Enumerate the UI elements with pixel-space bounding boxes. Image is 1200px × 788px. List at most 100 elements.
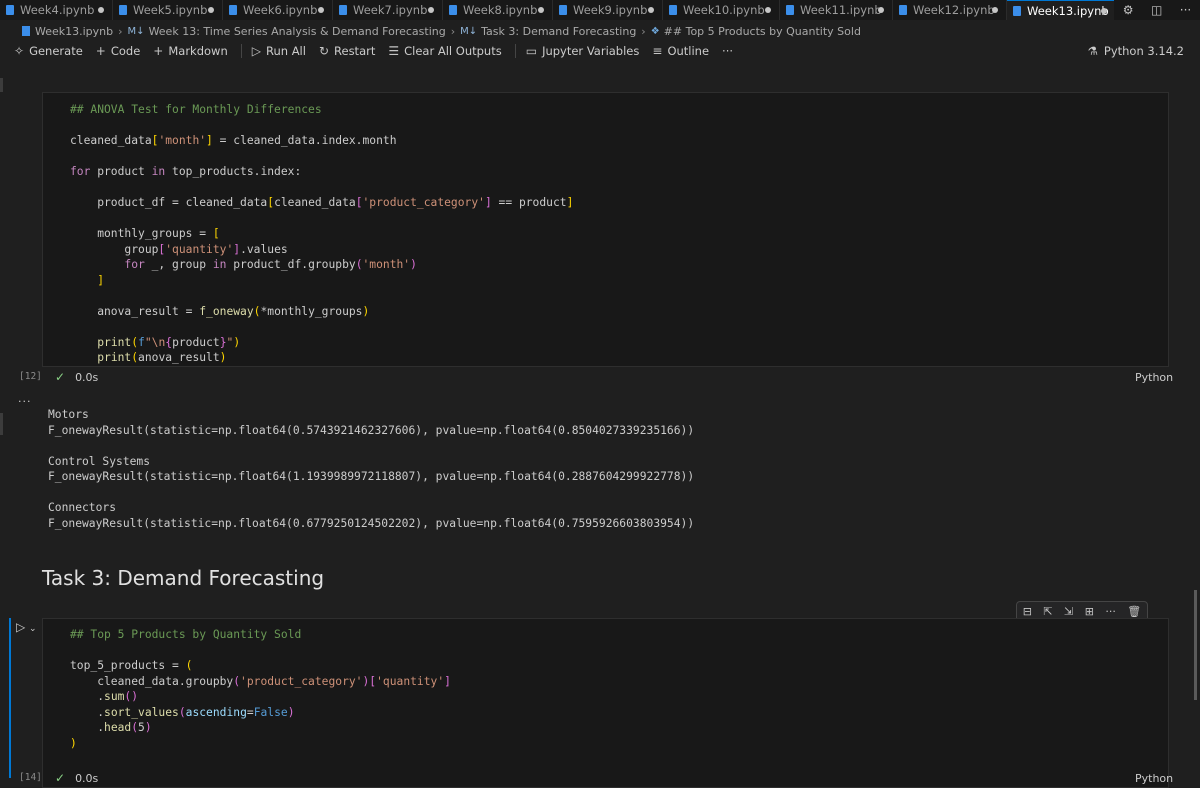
list-icon: ≡	[652, 44, 663, 58]
toolbar-divider	[514, 44, 516, 58]
chevron-down-icon[interactable]: ⌄	[29, 624, 37, 634]
notebook-file-icon	[669, 5, 677, 15]
output-actions-ellipsis[interactable]: ...	[18, 392, 32, 405]
cell-language[interactable]: Python	[1135, 371, 1173, 384]
execute-above-icon[interactable]: ⇱	[1043, 605, 1052, 618]
add-markdown-button[interactable]: + Markdown	[153, 44, 227, 58]
unsaved-dot-icon	[98, 7, 104, 13]
tab-week10[interactable]: Week10.ipynb	[663, 0, 780, 20]
checkmark-icon: ✓	[55, 370, 66, 384]
unsaved-dot-icon	[538, 7, 544, 13]
breadcrumb-cell[interactable]: ## Top 5 Products by Quantity Sold	[664, 25, 861, 38]
clear-outputs-button[interactable]: ☰ Clear All Outputs	[388, 44, 501, 58]
code-editor[interactable]: ## ANOVA Test for Monthly Differences cl…	[70, 102, 573, 366]
cell-status: ✓ 0.0s	[55, 370, 99, 384]
split-cell-icon[interactable]: ⊞	[1085, 605, 1094, 618]
plus-icon: +	[95, 44, 106, 58]
tab-bar: Week4.ipynb Week5.ipynb Week6.ipynb Week…	[0, 0, 1200, 20]
flask-icon: ⚗	[1087, 44, 1098, 58]
output-result: F_onewayResult(statistic=np.float64(1.19…	[48, 470, 695, 483]
notebook-file-icon	[786, 5, 794, 15]
tab-week6[interactable]: Week6.ipynb	[223, 0, 333, 20]
code-cell-anova[interactable]: ## ANOVA Test for Monthly Differences cl…	[42, 92, 1169, 367]
checkmark-icon: ✓	[55, 771, 66, 785]
add-code-button[interactable]: + Code	[96, 44, 141, 58]
split-editor-icon[interactable]: ◫	[1151, 3, 1162, 17]
notebook-file-icon	[229, 5, 237, 15]
breadcrumb-section1[interactable]: Week 13: Time Series Analysis & Demand F…	[149, 25, 446, 38]
output-result: F_onewayResult(statistic=np.float64(0.57…	[48, 423, 695, 437]
tab-week11[interactable]: Week11.ipynb	[780, 0, 893, 20]
run-all-icon: ▷	[251, 44, 261, 58]
breadcrumb-file[interactable]: Week13.ipynb	[35, 25, 113, 38]
restart-button[interactable]: ↻ Restart	[319, 44, 375, 58]
tab-week13[interactable]: Week13.ipynb	[1007, 0, 1116, 20]
notebook-file-icon	[22, 26, 30, 36]
sparkle-icon: ✧	[14, 44, 25, 58]
breadcrumb: Week13.ipynb › M↓ Week 13: Time Series A…	[0, 22, 1200, 40]
unsaved-dot-icon	[878, 7, 884, 13]
notebook-file-icon	[449, 5, 457, 15]
run-by-line-icon[interactable]: ⊟	[1023, 605, 1032, 618]
unsaved-dot-icon	[992, 7, 998, 13]
tab-week8[interactable]: Week8.ipynb	[443, 0, 553, 20]
breadcrumb-section2[interactable]: Task 3: Demand Forecasting	[481, 25, 636, 38]
chevron-right-icon: ›	[450, 24, 456, 38]
plus-icon: +	[153, 44, 164, 58]
notebook-file-icon	[119, 5, 127, 15]
delete-icon[interactable]: 🗑	[1127, 605, 1141, 618]
gutter-marker	[0, 78, 3, 92]
unsaved-dot-icon	[648, 7, 654, 13]
unsaved-dot-icon	[765, 7, 771, 13]
editor-actions: ⚙ ◫ ···	[1114, 0, 1200, 20]
output-product-name: Connectors	[48, 501, 117, 514]
markdown-icon: M↓	[460, 25, 478, 37]
outline-button[interactable]: ≡ Outline	[652, 44, 709, 58]
run-all-button[interactable]: ▷ Run All	[252, 44, 306, 58]
markdown-icon: M↓	[127, 25, 145, 37]
chevron-right-icon: ›	[118, 24, 123, 38]
output-product-name: Motors	[48, 408, 89, 421]
unsaved-dot-icon	[1101, 8, 1107, 14]
tab-week12[interactable]: Week12.ipynb	[893, 0, 1007, 20]
scrollbar-thumb[interactable]	[1194, 590, 1197, 700]
variables-icon: ▭	[525, 44, 538, 58]
cell-language[interactable]: Python	[1135, 772, 1173, 785]
toolbar-more-button[interactable]: ···	[722, 44, 733, 58]
kernel-picker[interactable]: ⚗ Python 3.14.2	[1088, 41, 1184, 61]
output-result: F_onewayResult(statistic=np.float64(0.67…	[48, 516, 695, 530]
chevron-right-icon: ›	[641, 24, 646, 38]
restart-icon: ↻	[318, 44, 330, 58]
output-product-name: Control Systems	[48, 454, 151, 468]
execute-below-icon[interactable]: ⇲	[1064, 605, 1073, 618]
active-cell-indicator	[9, 618, 11, 778]
settings-gear-icon[interactable]: ⚙	[1123, 3, 1134, 17]
notebook-file-icon	[6, 5, 14, 15]
tab-week4[interactable]: Week4.ipynb	[0, 0, 113, 20]
code-cell-top5[interactable]: ## Top 5 Products by Quantity Sold top_5…	[42, 618, 1169, 788]
more-actions-icon[interactable]: ···	[1180, 3, 1191, 17]
tab-week9[interactable]: Week9.ipynb	[553, 0, 663, 20]
unsaved-dot-icon	[428, 7, 434, 13]
cell-status: ✓ 0.0s	[55, 771, 99, 785]
gutter-marker	[0, 413, 3, 435]
tab-week7[interactable]: Week7.ipynb	[333, 0, 443, 20]
markdown-heading[interactable]: Task 3: Demand Forecasting	[42, 566, 324, 590]
unsaved-dot-icon	[318, 7, 324, 13]
code-cell-icon: ❖	[650, 25, 660, 37]
execution-count: [12]	[19, 371, 42, 382]
jupyter-variables-button[interactable]: ▭ Jupyter Variables	[526, 44, 640, 58]
run-cell-button[interactable]: ▷ ⌄	[16, 620, 37, 634]
output-block: Motors F_onewayResult(statistic=np.float…	[48, 407, 694, 531]
notebook-file-icon	[1013, 5, 1021, 16]
clear-all-icon: ☰	[388, 44, 400, 58]
generate-button[interactable]: ✧ Generate	[14, 44, 83, 58]
notebook-file-icon	[899, 5, 907, 15]
tab-week5[interactable]: Week5.ipynb	[113, 0, 223, 20]
unsaved-dot-icon	[208, 7, 214, 13]
notebook-file-icon	[339, 5, 347, 15]
toolbar-divider	[240, 44, 242, 58]
more-icon[interactable]: ···	[1105, 605, 1116, 618]
code-editor[interactable]: ## Top 5 Products by Quantity Sold top_5…	[70, 627, 451, 751]
notebook-toolbar: ✧ Generate + Code + Markdown ▷ Run All ↻ Rest…	[0, 41, 1200, 61]
